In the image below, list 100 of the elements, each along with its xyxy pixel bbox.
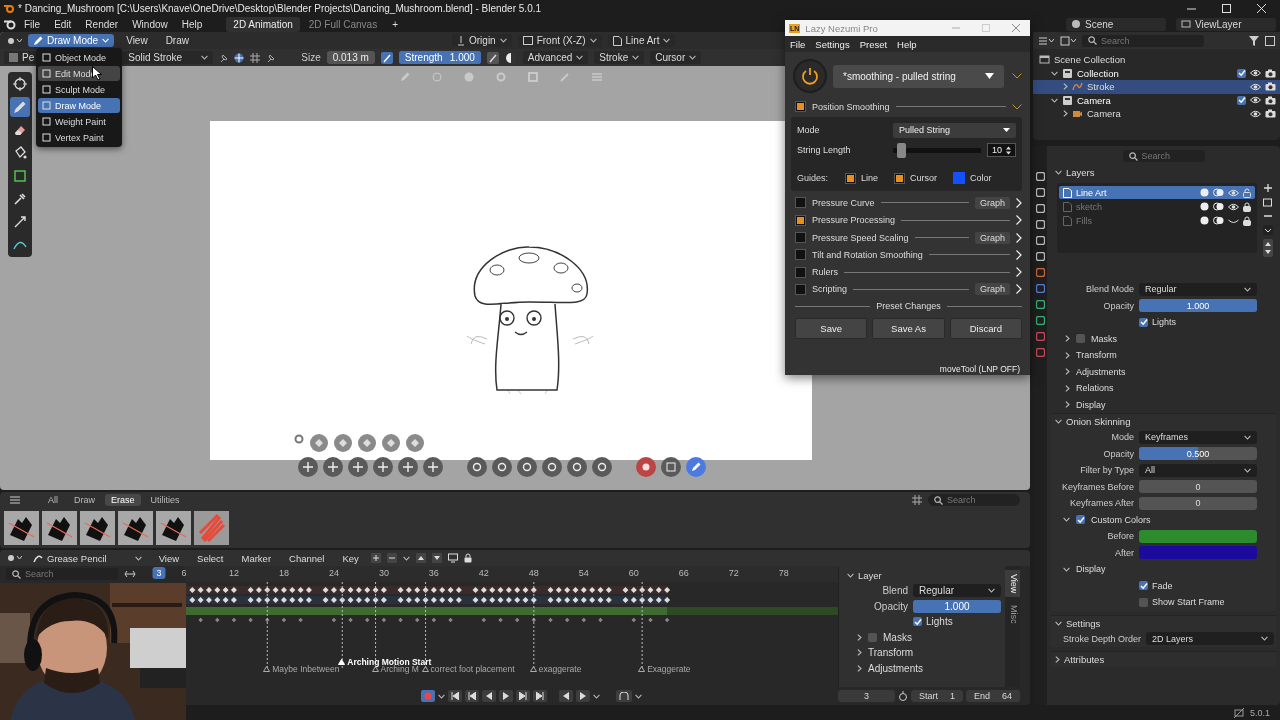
panel-title[interactable]: Relations (1076, 383, 1114, 394)
panel-title[interactable]: Adjustments (1076, 366, 1126, 377)
field-label: Stroke Depth Order (1061, 633, 1142, 644)
end-frame-field[interactable]: End 64 (965, 690, 1020, 702)
field-label: String Length (797, 145, 852, 156)
scene-selector[interactable]: Scene (1066, 17, 1166, 31)
panel-title[interactable]: Masks (883, 631, 912, 643)
menu-item[interactable]: Sculpt Mode (38, 82, 120, 97)
shelf-tab[interactable]: Utilities (144, 494, 186, 506)
sidebar-tab[interactable]: Misc (1005, 601, 1020, 628)
number-field[interactable]: 0 (1139, 480, 1257, 494)
panel-title[interactable]: Layers (1066, 167, 1095, 178)
menu-item[interactable]: Help (175, 17, 209, 31)
number-field[interactable]: 10 (987, 143, 1016, 158)
menu-item[interactable]: Object Mode (38, 50, 120, 65)
popover-dropdown[interactable]: Stroke (594, 51, 645, 64)
preset-button[interactable]: Save As (872, 318, 945, 340)
menu-item[interactable]: View (120, 34, 154, 47)
menu-item[interactable]: Draw Mode (38, 98, 120, 113)
preset-button[interactable]: Save (795, 318, 868, 340)
graph-button[interactable]: Graph (975, 283, 1010, 296)
menu-item[interactable]: File (18, 17, 47, 31)
number-field[interactable]: 0 (1139, 496, 1257, 510)
menu-item[interactable]: Draw (159, 34, 195, 47)
timeline-marker[interactable]: correct foot placement (421, 664, 515, 674)
graph-button[interactable]: Graph (975, 231, 1010, 244)
dropdown[interactable]: All (1139, 463, 1257, 477)
panel-title[interactable]: Attributes (1064, 654, 1105, 665)
panel-title[interactable]: Display (1076, 564, 1106, 575)
slider[interactable]: 1.000 (913, 599, 1001, 613)
dropdown[interactable]: Regular (913, 584, 1001, 598)
panel-title[interactable]: Layer (858, 570, 882, 581)
panel-title[interactable]: Display (1076, 399, 1106, 410)
stroke-type-dropdown[interactable]: Solid Stroke (123, 51, 214, 64)
menu-item[interactable]: Window (126, 17, 174, 31)
panel-title[interactable]: Custom Colors (1091, 514, 1151, 525)
preset-dropdown[interactable]: *smoothing - pulled string (833, 64, 1004, 88)
mode-dropdown[interactable]: Grease Pencil (28, 551, 147, 565)
menu-item[interactable]: Weight Paint (38, 114, 120, 129)
menu-item[interactable]: Marker (235, 551, 278, 565)
outliner-row[interactable]: Camera (1033, 93, 1280, 107)
menu-item[interactable]: Select (191, 551, 230, 565)
slider[interactable]: 1.000 (1139, 299, 1257, 313)
menu-item[interactable]: Edit (48, 17, 78, 31)
shelf-tab[interactable]: All (42, 494, 64, 506)
menu-item[interactable]: Vertex Paint (38, 130, 120, 145)
dropdown[interactable]: 2D Layers (1146, 632, 1274, 646)
layer-dropdown[interactable]: Line Art (607, 34, 676, 47)
menu-item[interactable]: Key (336, 551, 365, 565)
search-field[interactable]: Search (928, 494, 1020, 506)
popover-dropdown[interactable]: Cursor (650, 51, 702, 64)
timeline-marker[interactable]: Exaggerate (638, 664, 691, 674)
shelf-tab[interactable]: Erase (105, 494, 141, 506)
outliner-row[interactable]: Collection (1033, 66, 1280, 80)
menu-item[interactable]: Render (79, 17, 125, 31)
timeline-marker[interactable]: Maybe Inbetween (263, 664, 340, 674)
current-frame-indicator[interactable]: 3 (152, 567, 166, 579)
size-field[interactable]: 0.013 m (326, 51, 375, 64)
dropdown[interactable]: Keyframes (1139, 430, 1257, 444)
panel-title[interactable]: Transform (1076, 350, 1117, 361)
add-workspace-button[interactable]: + (386, 17, 404, 31)
panel-title[interactable]: Adjustments (868, 662, 924, 674)
current-frame-field[interactable]: 3 (838, 690, 895, 702)
pivot-dropdown[interactable]: Origin (452, 34, 512, 47)
start-frame-field[interactable]: Start 1 (910, 690, 963, 702)
layer-row[interactable]: sketch (1059, 200, 1255, 213)
view-dropdown[interactable]: Front (X-Z) (517, 34, 602, 47)
slider[interactable]: 0.500 (1139, 447, 1257, 461)
layer-row[interactable]: Line Art (1059, 186, 1255, 199)
dropdown[interactable]: Regular (1139, 282, 1257, 296)
timeline-marker[interactable]: exaggerate (529, 664, 582, 674)
section-label: Pressure Processing (812, 215, 896, 226)
panel-title[interactable]: Onion Skinning (1066, 416, 1131, 427)
panel-title[interactable]: Transform (868, 647, 914, 659)
menu-item[interactable]: Settings (810, 38, 855, 50)
graph-button[interactable]: Graph (975, 196, 1010, 209)
search-field[interactable]: Search (1122, 150, 1205, 162)
view-layer-selector[interactable]: ViewLayer (1176, 17, 1276, 31)
outliner-row[interactable]: Scene Collection (1033, 53, 1280, 67)
mode-dropdown[interactable]: Pulled String (893, 122, 1016, 138)
sidebar-tab[interactable]: View (1005, 570, 1020, 598)
menu-item[interactable]: Help (892, 38, 922, 50)
menu-item[interactable]: File (785, 38, 811, 50)
strength-slider[interactable]: Strength 1.000 (398, 51, 481, 64)
menu-item[interactable]: View (152, 551, 186, 565)
menu-item[interactable]: Preset (854, 38, 893, 50)
shelf-tab[interactable]: Draw (68, 494, 102, 506)
outliner-row[interactable]: Stroke (1033, 80, 1280, 94)
mode-dropdown[interactable]: Draw Mode (28, 34, 115, 47)
panel-title[interactable]: Masks (1091, 333, 1117, 344)
preset-button[interactable]: Discard (949, 318, 1022, 340)
workspace-tab[interactable]: 2D Full Canvas (301, 16, 385, 32)
panel-title[interactable]: Settings (1066, 617, 1101, 629)
popover-dropdown[interactable]: Advanced (522, 51, 589, 64)
workspace-tab[interactable]: 2D Animation (226, 16, 300, 32)
outliner-row[interactable]: Camera (1033, 107, 1280, 121)
menu-item[interactable]: Channel (283, 551, 331, 565)
search-field[interactable]: Search (1082, 34, 1204, 47)
search-field[interactable]: Search (6, 568, 118, 580)
layer-row[interactable]: Fills (1059, 214, 1255, 227)
